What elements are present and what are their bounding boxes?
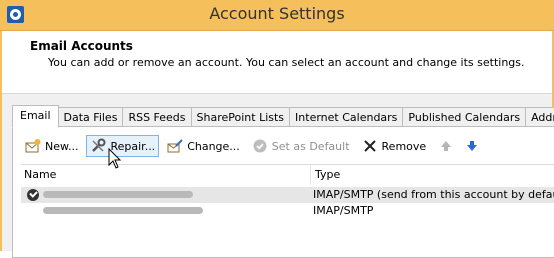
- column-header-type[interactable]: Type: [310, 165, 554, 185]
- account-row[interactable]: IMAP/SMTP (send from this account by def…: [21, 187, 554, 203]
- checkmark-circle-icon: [252, 138, 268, 154]
- mouse-pointer-icon: [108, 148, 122, 169]
- change-settings-icon: [167, 138, 183, 154]
- tab-strip: Email Data Files RSS Feeds SharePoint Li…: [12, 105, 554, 128]
- new-mail-icon: [25, 138, 41, 154]
- remove-x-icon: [362, 138, 378, 154]
- tab-rss-feeds[interactable]: RSS Feeds: [123, 107, 192, 128]
- change-label: Change...: [187, 139, 240, 153]
- section-description: You can add or remove an account. You ca…: [48, 56, 525, 69]
- dialog-header: Email Accounts You can add or remove an …: [2, 31, 552, 94]
- section-title: Email Accounts: [30, 39, 133, 53]
- arrow-down-icon: [464, 138, 480, 154]
- set-default-button[interactable]: Set as Default: [248, 135, 354, 157]
- tab-email[interactable]: Email: [12, 105, 59, 128]
- repair-button[interactable]: Repair...: [86, 135, 160, 157]
- account-type: IMAP/SMTP: [313, 204, 374, 217]
- tab-data-files[interactable]: Data Files: [58, 107, 124, 128]
- email-tab-panel: New... Repair... Change... Set as Defaul…: [12, 126, 554, 258]
- accounts-list[interactable]: Name Type IMAP/SMTP (send from this acco…: [21, 164, 554, 258]
- window-title: Account Settings: [209, 4, 345, 23]
- tab-published-calendars[interactable]: Published Calendars: [403, 107, 527, 128]
- new-account-button[interactable]: New...: [21, 135, 82, 157]
- title-bar: Account Settings: [0, 0, 554, 31]
- account-type: IMAP/SMTP (send from this account by def…: [313, 188, 554, 201]
- account-row[interactable]: IMAP/SMTP: [21, 203, 554, 219]
- change-button[interactable]: Change...: [163, 135, 244, 157]
- move-up-button[interactable]: [434, 135, 462, 157]
- default-account-icon: [27, 189, 39, 201]
- column-header-name[interactable]: Name: [24, 165, 304, 185]
- tab-internet-calendars[interactable]: Internet Calendars: [290, 107, 404, 128]
- tab-sharepoint-lists[interactable]: SharePoint Lists: [191, 107, 291, 128]
- account-toolbar: New... Repair... Change... Set as Defaul…: [21, 135, 492, 157]
- remove-label: Remove: [381, 139, 427, 153]
- account-name-redacted: [43, 187, 303, 203]
- wrench-icon: [90, 138, 106, 154]
- arrow-up-icon: [438, 138, 454, 154]
- account-name-redacted: [43, 203, 303, 219]
- move-down-button[interactable]: [460, 135, 488, 157]
- tab-address-books[interactable]: Address: [526, 107, 554, 128]
- set-default-label: Set as Default: [271, 139, 350, 153]
- dialog-content: Email Data Files RSS Feeds SharePoint Li…: [2, 94, 554, 258]
- remove-button[interactable]: Remove: [358, 135, 431, 157]
- new-label: New...: [45, 139, 79, 153]
- dialog-window: Email Accounts You can add or remove an …: [0, 31, 554, 258]
